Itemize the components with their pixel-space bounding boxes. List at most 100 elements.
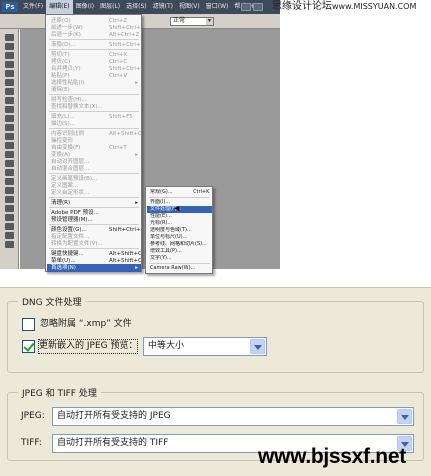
tool-icon[interactable] (5, 124, 14, 131)
tool-icon[interactable] (5, 232, 14, 239)
forum-watermark: 思缘设计论坛www.MISSYUAN.COM (272, 0, 416, 14)
menu-item[interactable]: 图层(L) (97, 0, 123, 14)
minimize-icon[interactable] (241, 3, 251, 11)
menu-item[interactable]: 预设管理器(M)... (47, 216, 141, 224)
tool-icon[interactable] (5, 133, 14, 140)
tool-icon[interactable] (5, 70, 14, 77)
tool-icon[interactable] (5, 169, 14, 176)
menu-item[interactable]: 透明度与色域(T)... (147, 227, 212, 234)
tool-icon[interactable] (5, 115, 14, 122)
tool-icon[interactable] (5, 241, 14, 248)
menu-item[interactable]: Camera Raw(W)... (147, 265, 212, 272)
menu-separator (49, 128, 139, 129)
menu-item[interactable]: 滤镜(T) (150, 0, 176, 14)
tool-icon[interactable] (5, 34, 14, 41)
menu-item-label: 参考线、网格和切片(S)... (150, 241, 207, 247)
menu-item-label: 首选项(N) (51, 265, 76, 271)
menu-item[interactable]: 转换为配置文件(V)... (47, 240, 141, 248)
jpeg-handling-select[interactable]: 自动打开所有受支持的 JPEG (52, 407, 414, 426)
blend-mode-select[interactable]: 正常 ▼ (170, 17, 214, 26)
tool-icon[interactable] (5, 97, 14, 104)
menu-item-label: 自动混合图层... (51, 166, 90, 172)
tool-icon[interactable] (5, 178, 14, 185)
menu-item-label: 清除(E) (51, 87, 70, 93)
tool-icon[interactable] (5, 61, 14, 68)
tool-icon[interactable] (5, 187, 14, 194)
menu-item[interactable]: 光标(R)... (147, 220, 212, 227)
update-preview-label[interactable]: 更新嵌入的 JPEG 预览： (37, 339, 139, 354)
menu-item-label: 预设管理器(M)... (51, 217, 93, 223)
tool-icon[interactable] (5, 106, 14, 113)
menu-item-label: 查找和替换文本(X)... (51, 104, 103, 110)
tool-icon[interactable] (5, 88, 14, 95)
window-buttons (241, 3, 263, 11)
menu-item-label: 文字(Y)... (150, 255, 172, 261)
menu-item-label: 单位与标尺(U)... (150, 234, 188, 240)
menu-item-label: Camera Raw(W)... (150, 265, 196, 271)
menu-bar: Ps 文件(F) 编辑(E) 图像(I) 图层(L) 选择(S) 滤镜(T) 视图(V) 窗口… (0, 0, 280, 14)
menu-item[interactable]: 参考线、网格和切片(S)... (147, 241, 212, 248)
menu-item[interactable]: 自动混合图层... (47, 165, 141, 173)
menu-item[interactable]: 文件(F) (20, 0, 46, 14)
menu-item-label: 清理(R) (51, 200, 71, 206)
menu-item-label: 渐隐(D)... (51, 42, 76, 48)
menu-item[interactable]: 常规(G)... Ctrl+K (147, 189, 212, 196)
menu-separator (49, 197, 139, 198)
tool-icon[interactable] (5, 196, 14, 203)
ignore-xmp-label[interactable]: 忽略附属 “.xmp” 文件 (40, 318, 132, 331)
menu-item[interactable]: 图像(I) (73, 0, 97, 14)
tool-icon[interactable] (5, 205, 14, 212)
preview-size-select[interactable]: 中等大小 (143, 337, 267, 356)
menu-item[interactable]: 性能(E)... (147, 213, 212, 220)
menu-item[interactable]: 清理(R) ▸ (47, 199, 141, 207)
menu-item[interactable]: 编辑(E) (46, 0, 73, 14)
preview-size-value: 中等大小 (148, 341, 185, 351)
menu-item-label: 界面(I)... (150, 199, 171, 205)
menu-separator (49, 248, 139, 249)
menu-item[interactable]: 界面(I)... (147, 199, 212, 206)
forum-watermark-name: 思缘设计论坛 (272, 1, 332, 12)
tool-icon[interactable] (5, 214, 14, 221)
maximize-icon[interactable] (253, 3, 263, 11)
ignore-xmp-checkbox[interactable] (22, 318, 35, 331)
tool-icon[interactable] (5, 142, 14, 149)
right-blank-area (280, 14, 431, 269)
menu-item[interactable]: 视图(V) (176, 0, 203, 14)
dng-group: DNG 文件处理 忽略附属 “.xmp” 文件 更新嵌入的 JPEG 预览： 中… (7, 295, 424, 373)
preferences-submenu: 常规(G)... Ctrl+K 界面(I)... 文件处理(F)... 性能(E)...… (145, 186, 213, 274)
menu-item[interactable]: 首选项(N) ▸ (47, 264, 141, 272)
menu-item-label: 增效工具(P)... (150, 248, 182, 254)
site-watermark: www.bjssxf.net (258, 445, 406, 468)
tool-icon[interactable] (5, 160, 14, 167)
menu-separator (149, 263, 210, 264)
menu-item[interactable]: 窗口(W) (203, 0, 232, 14)
menu-item[interactable]: 清除(E) (47, 86, 141, 94)
menu-item[interactable]: 定义自定形状... (47, 189, 141, 197)
menu-separator (49, 173, 139, 174)
menu-item[interactable]: 增效工具(P)... (147, 248, 212, 255)
menu-separator (49, 207, 139, 208)
menu-item[interactable]: 选择(S) (123, 0, 150, 14)
menu-item[interactable]: 文字(Y)... (147, 255, 212, 262)
chevron-down-icon (250, 339, 265, 354)
menu-item[interactable]: 单位与标尺(U)... (147, 234, 212, 241)
dng-group-legend: DNG 文件处理 (18, 295, 86, 308)
tool-icon[interactable] (5, 52, 14, 59)
submenu-arrow-icon: ▸ (135, 265, 138, 271)
menu-item[interactable]: 后退一步(K) Alt+Ctrl+Z (47, 31, 141, 39)
tool-icon[interactable] (5, 151, 14, 158)
tool-icon[interactable] (5, 79, 14, 86)
blend-mode-value: 正常 (173, 18, 186, 24)
menu-item-shortcut: Shift+Ctrl+F (109, 42, 141, 48)
menu-separator (149, 197, 210, 198)
chevron-down-icon (397, 409, 412, 424)
tool-icon[interactable] (5, 223, 14, 230)
menu-item[interactable]: 渐隐(D)... Shift+Ctrl+F (47, 41, 141, 49)
tool-icon[interactable] (5, 43, 14, 50)
menu-item[interactable]: 查找和替换文本(X)... (47, 103, 141, 111)
menu-item-label: 后退一步(K) (51, 32, 81, 38)
update-preview-checkbox[interactable] (22, 340, 35, 353)
menu-separator (49, 224, 139, 225)
photoshop-screenshot: Ps 文件(F) 编辑(E) 图像(I) 图层(L) 选择(S) 滤镜(T) 视图(V) 窗口… (0, 0, 431, 287)
menu-item[interactable]: 描边(S)... (47, 120, 141, 128)
